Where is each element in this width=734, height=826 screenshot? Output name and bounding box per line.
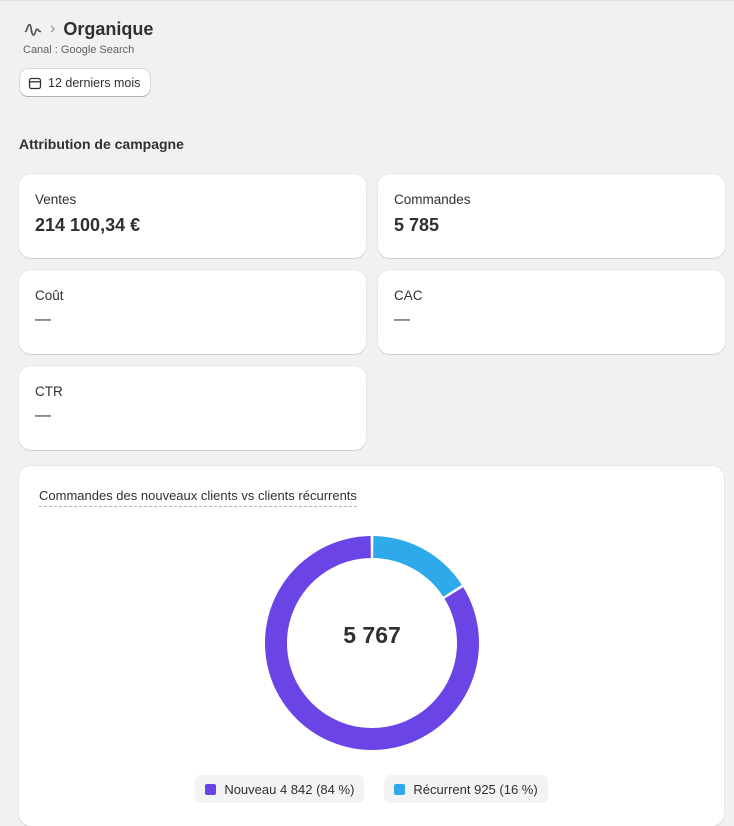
breadcrumb: › Organique — [24, 19, 153, 40]
metric-label: Ventes — [35, 192, 77, 207]
metric-label: CTR — [35, 384, 63, 399]
metric-label: Coût — [35, 288, 64, 303]
donut-chart: 5 767 — [265, 536, 479, 750]
metric-label: Commandes — [394, 192, 471, 207]
legend-label: Récurrent 925 (16 %) — [413, 781, 538, 797]
metric-value: — — [394, 311, 410, 328]
chart-total: 5 767 — [343, 622, 401, 648]
section-title: Attribution de campagne — [19, 136, 184, 152]
metric-card-cout: Coût — — [19, 270, 366, 354]
legend-swatch — [205, 783, 217, 795]
channel-subtitle: Canal : Google Search — [23, 44, 135, 56]
legend-swatch — [394, 783, 406, 795]
metric-card-commandes: Commandes 5 785 — [378, 174, 725, 258]
wave-icon — [24, 21, 42, 39]
chevron-right-icon: › — [50, 20, 56, 37]
metric-value: — — [35, 311, 51, 328]
metric-value: 214 100,34 € — [35, 215, 141, 235]
metric-card-ventes: Ventes 214 100,34 € — [19, 174, 366, 258]
metric-card-ctr: CTR — — [19, 366, 366, 450]
metric-value: 5 785 — [394, 215, 440, 235]
legend-label: Nouveau 4 842 (84 %) — [224, 781, 355, 797]
donut-slice-recurrent[interactable] — [373, 536, 462, 597]
metric-label: CAC — [394, 288, 423, 303]
date-range-label: 12 derniers mois — [48, 75, 141, 90]
page-title: Organique — [63, 19, 154, 39]
donut-chart-card: Commandes des nouveaux clients vs client… — [19, 466, 724, 826]
calendar-icon — [28, 76, 42, 90]
metric-card-cac: CAC — — [378, 270, 725, 354]
date-range-button[interactable]: 12 derniers mois — [20, 69, 151, 96]
metric-value: — — [35, 407, 51, 424]
